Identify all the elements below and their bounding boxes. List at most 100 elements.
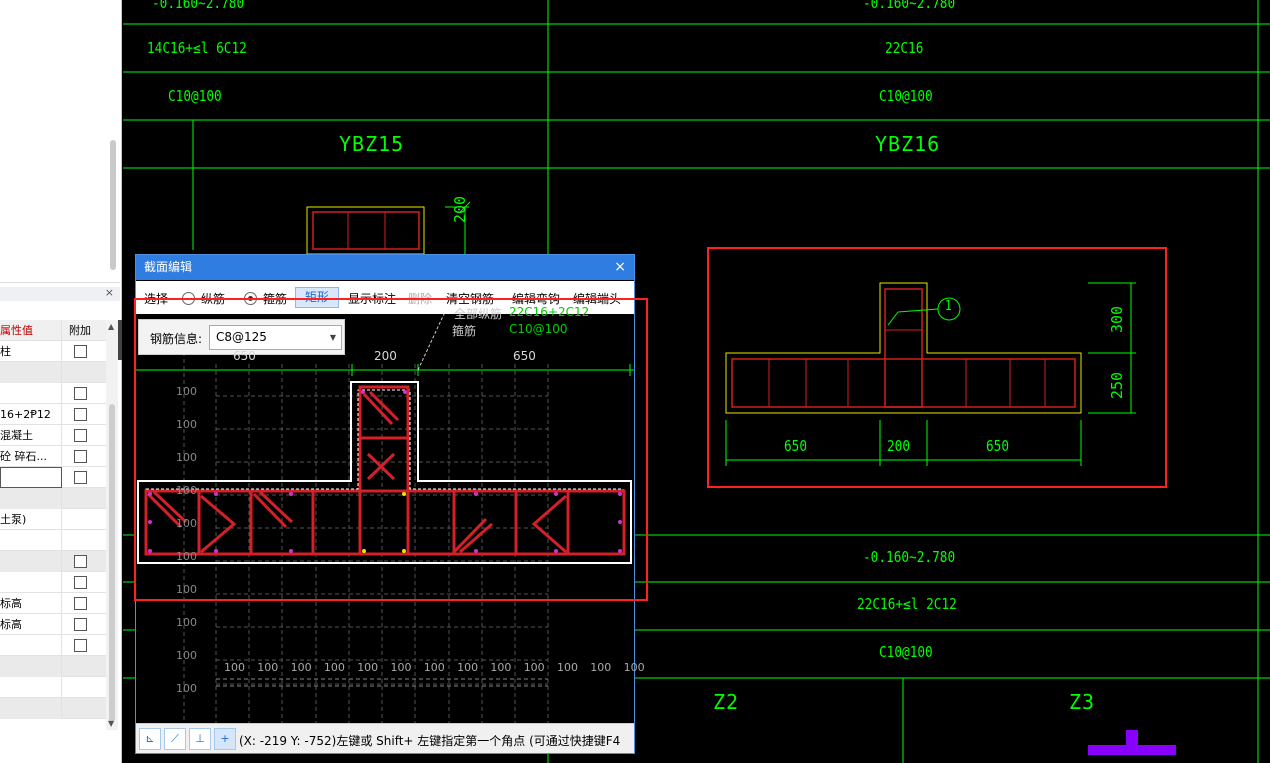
- extra-checkbox[interactable]: [74, 471, 87, 484]
- extra-checkbox[interactable]: [74, 408, 87, 421]
- property-value[interactable]: 标高: [0, 614, 62, 635]
- property-value[interactable]: [0, 551, 62, 572]
- extra-checkbox[interactable]: [74, 555, 87, 568]
- property-row[interactable]: 16+2Ᵽ12: [0, 404, 106, 425]
- property-row[interactable]: [0, 362, 106, 383]
- scroll-up-icon[interactable]: ▲: [108, 322, 114, 331]
- property-extra: [62, 467, 106, 488]
- grid-label: 100: [176, 484, 197, 497]
- extra-checkbox[interactable]: [74, 387, 87, 400]
- property-value[interactable]: [0, 383, 62, 404]
- dialog-title-bar[interactable]: 截面编辑 ×: [136, 255, 634, 280]
- grid-bottom-label: 100: [557, 661, 578, 674]
- extra-checkbox[interactable]: [74, 639, 87, 652]
- property-row[interactable]: [0, 698, 106, 719]
- property-scrollbar[interactable]: ▲ ▼: [106, 320, 118, 730]
- property-value[interactable]: [0, 488, 62, 509]
- property-value[interactable]: 土泵): [0, 509, 62, 530]
- list-scrollbar[interactable]: [110, 140, 116, 270]
- rebar-info-select[interactable]: C8@125 ▼: [209, 325, 342, 350]
- radio-stirrup-label: 箍筋: [263, 292, 288, 306]
- property-row[interactable]: [0, 383, 106, 404]
- snap-perpendicular-icon[interactable]: ⊥: [189, 728, 211, 750]
- property-row[interactable]: [0, 656, 106, 677]
- grid-bottom-label: 100: [323, 661, 345, 674]
- property-value[interactable]: [0, 467, 62, 488]
- radio-stirrup[interactable]: 箍筋: [244, 290, 287, 307]
- property-table: 属性值 附加柱 16+2Ᵽ12 混凝土砼 碎石... 土泵) 标高 标高: [0, 320, 106, 719]
- dim-650-right: 650: [513, 349, 536, 363]
- chevron-down-icon[interactable]: ▼: [330, 326, 336, 349]
- property-extra: [62, 341, 106, 362]
- property-extra: [62, 509, 106, 530]
- snap-orthogonal-icon[interactable]: ⊾: [139, 728, 161, 750]
- property-value[interactable]: 砼 碎石...: [0, 446, 62, 467]
- select-button[interactable]: 选择: [144, 290, 168, 307]
- extra-checkbox[interactable]: [74, 345, 87, 358]
- dim-200-top: 200: [451, 195, 469, 223]
- property-row[interactable]: [0, 530, 106, 551]
- property-extra: [62, 656, 106, 677]
- property-value[interactable]: [0, 698, 62, 719]
- snap-dimension-icon[interactable]: +: [214, 728, 236, 750]
- rebar-info-value: C8@125: [216, 330, 267, 344]
- extra-checkbox[interactable]: [74, 576, 87, 589]
- property-row[interactable]: [0, 467, 106, 488]
- dim-200: 200: [887, 437, 911, 455]
- show-marks-button[interactable]: 显示标注: [348, 290, 396, 307]
- property-value[interactable]: 混凝土: [0, 425, 62, 446]
- snap-line-icon[interactable]: ⟋: [164, 728, 186, 750]
- dim-650-left: 650: [784, 437, 808, 455]
- stirrup-right: C10@100: [879, 87, 933, 105]
- grid-label: 100: [176, 517, 197, 530]
- property-row[interactable]: [0, 551, 106, 572]
- grid-bottom-label: 100: [257, 661, 279, 674]
- component-list[interactable]: [0, 0, 120, 283]
- property-extra: [62, 446, 106, 467]
- property-value[interactable]: 标高: [0, 593, 62, 614]
- extra-checkbox[interactable]: [74, 429, 87, 442]
- property-extra: [62, 488, 106, 509]
- property-row[interactable]: [0, 488, 106, 509]
- property-row[interactable]: 混凝土: [0, 425, 106, 446]
- radio-longitudinal[interactable]: 纵筋: [182, 290, 225, 307]
- extra-checkbox[interactable]: [74, 450, 87, 463]
- property-value[interactable]: [0, 530, 62, 551]
- property-value[interactable]: [0, 572, 62, 593]
- grid-label: 100: [176, 451, 197, 464]
- overlay-stirrup-label: 箍筋: [452, 324, 477, 338]
- property-panel: × 属性值 附加柱 16+2Ᵽ12 混凝土砼 碎石... 土泵) 标高 标高 ▲ ▼: [0, 0, 122, 763]
- dim-200: 200: [374, 349, 397, 363]
- column-header-extra: 附加: [69, 324, 91, 337]
- property-row[interactable]: 标高: [0, 593, 106, 614]
- property-row[interactable]: 土泵): [0, 509, 106, 530]
- overlay-stirrup-value: C10@100: [509, 322, 568, 336]
- grid-bottom-label: 100: [623, 661, 645, 674]
- property-extra: [62, 635, 106, 656]
- property-row[interactable]: [0, 572, 106, 593]
- close-icon[interactable]: ×: [614, 255, 626, 280]
- property-row[interactable]: 标高: [0, 614, 106, 635]
- grid-label: 100: [176, 616, 197, 629]
- scroll-thumb[interactable]: [109, 404, 115, 722]
- dialog-title: 截面编辑: [144, 260, 193, 274]
- property-value[interactable]: [0, 656, 62, 677]
- property-extra: [62, 614, 106, 635]
- close-icon[interactable]: ×: [105, 286, 114, 299]
- delete-button[interactable]: 删除: [408, 290, 432, 307]
- panel-splitter[interactable]: [118, 320, 122, 360]
- property-value[interactable]: [0, 677, 62, 698]
- extra-checkbox[interactable]: [74, 597, 87, 610]
- scroll-down-icon[interactable]: ▼: [108, 719, 114, 728]
- property-row[interactable]: [0, 677, 106, 698]
- property-value[interactable]: 柱: [0, 341, 62, 362]
- property-row[interactable]: [0, 635, 106, 656]
- property-row[interactable]: 砼 碎石...: [0, 446, 106, 467]
- property-row[interactable]: 柱: [0, 341, 106, 362]
- property-value[interactable]: [0, 362, 62, 383]
- property-value[interactable]: 16+2Ᵽ12: [0, 404, 62, 425]
- extra-checkbox[interactable]: [74, 618, 87, 631]
- grid-label: 100: [176, 385, 197, 398]
- rect-button[interactable]: 矩形: [295, 287, 340, 308]
- property-value[interactable]: [0, 635, 62, 656]
